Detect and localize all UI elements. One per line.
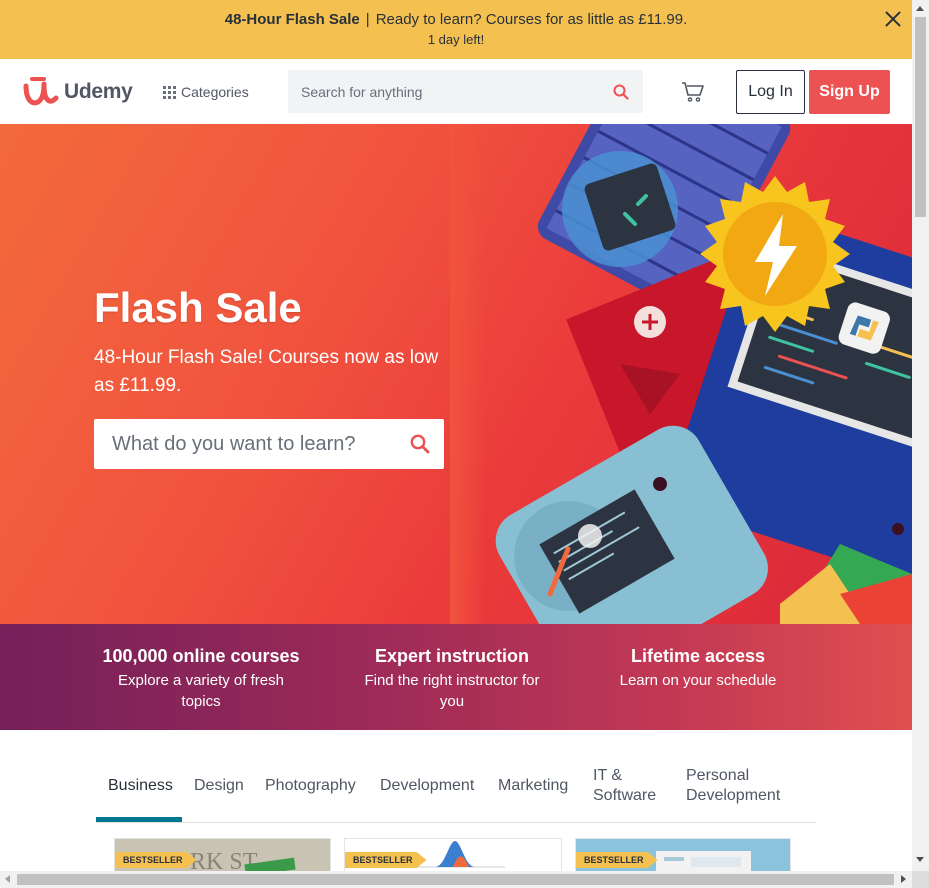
signup-button[interactable]: Sign Up bbox=[809, 70, 890, 114]
cart-icon[interactable] bbox=[681, 81, 705, 103]
close-icon[interactable] bbox=[884, 10, 902, 28]
hero-search bbox=[94, 419, 444, 469]
tab-development[interactable]: Development bbox=[380, 776, 474, 796]
value-prop-desc: Learn on your schedule bbox=[619, 672, 777, 689]
tab-photography[interactable]: Photography bbox=[265, 776, 356, 796]
hero-title: Flash Sale bbox=[94, 284, 302, 331]
course-card[interactable]: BESTSELLER bbox=[344, 838, 562, 872]
scrollbar-corner bbox=[912, 871, 929, 888]
categories-menu[interactable]: Categories bbox=[163, 84, 249, 100]
value-prop-title: Expert instruction bbox=[374, 646, 530, 666]
tab-business[interactable]: Business bbox=[108, 776, 173, 796]
hero-subtitle: 48-Hour Flash Sale! Courses now as low a… bbox=[94, 347, 439, 396]
banner-countdown: 1 day left! bbox=[427, 32, 485, 47]
scroll-down-arrow-icon[interactable] bbox=[916, 857, 924, 862]
value-prop-title: 100,000 online courses bbox=[102, 646, 300, 666]
vertical-scrollbar[interactable] bbox=[912, 0, 929, 888]
banner-separator: | bbox=[365, 11, 370, 28]
value-prop-desc: Find the right instructor for you bbox=[364, 672, 540, 710]
categories-label: Categories bbox=[181, 84, 249, 100]
site-header: Udemy Categories Log In Sign Up bbox=[0, 59, 912, 124]
value-prop-title: Lifetime access bbox=[630, 646, 766, 666]
bestseller-badge: BESTSELLER bbox=[576, 852, 658, 868]
flash-sale-banner: 48-Hour Flash Sale | Ready to learn? Cours… bbox=[0, 0, 912, 59]
udemy-logo-icon bbox=[23, 77, 59, 106]
scroll-right-arrow-icon[interactable] bbox=[901, 875, 906, 883]
bestseller-badge: BESTSELLER bbox=[345, 852, 427, 868]
value-prop-desc: Explore a variety of fresh topics bbox=[118, 672, 284, 710]
banner-message-line: 48-Hour Flash Sale | Ready to learn? Cours… bbox=[0, 11, 912, 28]
grid-icon bbox=[163, 85, 176, 99]
value-prop-instruction: Expert instruction Find the right instru… bbox=[357, 646, 547, 712]
course-card[interactable]: RK ST BESTSELLER bbox=[114, 838, 331, 872]
header-search bbox=[288, 70, 643, 113]
value-props-band: 100,000 online courses Explore a variety… bbox=[0, 624, 912, 730]
scroll-up-arrow-icon[interactable] bbox=[916, 6, 924, 11]
banner-message: Ready to learn? Courses for as little as… bbox=[375, 11, 688, 28]
hero-search-input[interactable] bbox=[94, 419, 384, 469]
hero-section: Flash Sale 48-Hour Flash Sale! Courses n… bbox=[0, 124, 912, 624]
tab-marketing[interactable]: Marketing bbox=[498, 776, 568, 796]
course-card[interactable]: BESTSELLER bbox=[575, 838, 791, 872]
search-icon[interactable] bbox=[410, 434, 430, 454]
active-tab-indicator bbox=[96, 817, 182, 822]
hero-illustration bbox=[450, 124, 912, 624]
scroll-left-arrow-icon[interactable] bbox=[5, 875, 10, 883]
login-button[interactable]: Log In bbox=[736, 70, 805, 114]
horizontal-scrollbar[interactable] bbox=[0, 871, 912, 888]
bestseller-badge: BESTSELLER bbox=[115, 852, 197, 868]
search-input[interactable] bbox=[288, 70, 588, 113]
value-prop-courses: 100,000 online courses Explore a variety… bbox=[101, 646, 301, 712]
logo[interactable]: Udemy bbox=[22, 76, 133, 108]
value-prop-access: Lifetime access Learn on your schedule bbox=[603, 646, 793, 691]
vertical-scroll-thumb[interactable] bbox=[915, 17, 926, 217]
tab-it-software[interactable]: IT & Software bbox=[593, 766, 663, 806]
banner-title: 48-Hour Flash Sale bbox=[224, 11, 360, 28]
category-tabs: Business Design Photography Development … bbox=[96, 750, 816, 823]
horizontal-scroll-thumb[interactable] bbox=[17, 874, 894, 885]
tab-personal-development[interactable]: Personal Development bbox=[686, 766, 796, 806]
logo-text: Udemy bbox=[64, 80, 133, 103]
search-icon[interactable] bbox=[613, 84, 629, 100]
tab-design[interactable]: Design bbox=[194, 776, 244, 796]
